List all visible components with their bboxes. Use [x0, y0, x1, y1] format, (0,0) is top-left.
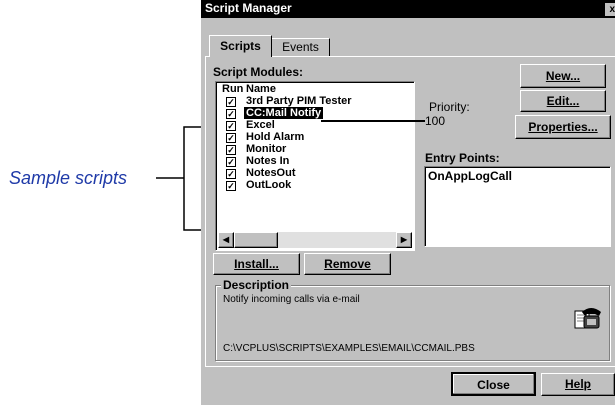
properties-button[interactable]: Properties...	[515, 115, 611, 139]
run-checkbox[interactable]: ✓	[226, 157, 236, 167]
list-rows: ✓ 3rd Party PIM Tester ✓ CC:Mail Notify …	[218, 95, 414, 226]
install-button-label: Install...	[234, 257, 279, 271]
priority-value: 100	[425, 114, 446, 128]
entry-point-item[interactable]: OnAppLogCall	[428, 169, 512, 183]
script-name: Excel	[246, 119, 275, 131]
close-icon[interactable]: x	[605, 3, 615, 16]
script-name: Monitor	[246, 143, 287, 155]
column-run: Run	[222, 83, 244, 95]
new-button-label: New...	[545, 69, 581, 83]
phone-mail-icon	[573, 304, 603, 332]
script-name: Hold Alarm	[246, 131, 305, 143]
column-name: Name	[246, 83, 276, 95]
tab-events-label: Events	[282, 40, 319, 54]
scroll-left-icon[interactable]: ◀	[218, 232, 234, 248]
script-modules-list[interactable]: Run Name ✓ 3rd Party PIM Tester ✓ CC:Mai…	[215, 81, 415, 251]
tab-scripts-label: Scripts	[220, 39, 261, 53]
remove-button-label: Remove	[324, 257, 371, 271]
run-checkbox[interactable]: ✓	[226, 181, 236, 191]
description-text: Notify incoming calls via e-mail	[223, 294, 360, 305]
script-name: CC:Mail Notify	[244, 107, 324, 119]
priority-label: Priority:	[429, 100, 470, 114]
tab-scripts[interactable]: Scripts	[209, 35, 272, 57]
properties-button-label: Properties...	[528, 120, 598, 134]
script-modules-label: Script Modules:	[213, 65, 304, 79]
script-name: Notes In	[246, 155, 290, 167]
horizontal-scrollbar[interactable]: ◀ ▶	[218, 232, 412, 248]
run-checkbox[interactable]: ✓	[226, 133, 236, 143]
install-button[interactable]: Install...	[213, 253, 300, 275]
close-button-label: Close	[477, 378, 510, 392]
entry-points-label: Entry Points:	[425, 151, 500, 165]
entry-points-list[interactable]: OnAppLogCall	[424, 166, 611, 247]
edit-button[interactable]: Edit...	[520, 90, 606, 112]
script-name: NotesOut	[246, 167, 296, 179]
run-checkbox[interactable]: ✓	[226, 97, 236, 107]
script-name: 3rd Party PIM Tester	[246, 95, 352, 107]
bottom-separator	[205, 366, 615, 367]
script-path: C:\VCPLUS\SCRIPTS\EXAMPLES\EMAIL\CCMAIL.…	[223, 343, 475, 354]
priority-leader-line	[321, 120, 425, 122]
window-title: Script Manager	[205, 1, 292, 15]
help-button-label: Help	[564, 377, 591, 391]
edit-button-label: Edit...	[546, 94, 580, 108]
script-manager-window: Script Manager x Scripts Events Script M…	[201, 0, 615, 405]
scroll-thumb[interactable]	[234, 232, 278, 248]
description-label: Description	[221, 278, 292, 292]
tab-events[interactable]: Events	[271, 38, 330, 56]
run-checkbox[interactable]: ✓	[226, 121, 236, 131]
run-checkbox[interactable]: ✓	[226, 169, 236, 179]
scroll-right-icon[interactable]: ▶	[396, 232, 412, 248]
new-button[interactable]: New...	[520, 64, 606, 88]
help-button[interactable]: Help	[541, 373, 615, 396]
list-item[interactable]: ✓ OutLook	[218, 179, 414, 192]
run-checkbox[interactable]: ✓	[226, 109, 236, 119]
close-button[interactable]: Close	[451, 372, 536, 396]
script-name: OutLook	[246, 179, 292, 191]
remove-button[interactable]: Remove	[304, 253, 391, 275]
title-bar: Script Manager x	[201, 0, 615, 18]
callout-label: Sample scripts	[9, 168, 128, 188]
run-checkbox[interactable]: ✓	[226, 145, 236, 155]
